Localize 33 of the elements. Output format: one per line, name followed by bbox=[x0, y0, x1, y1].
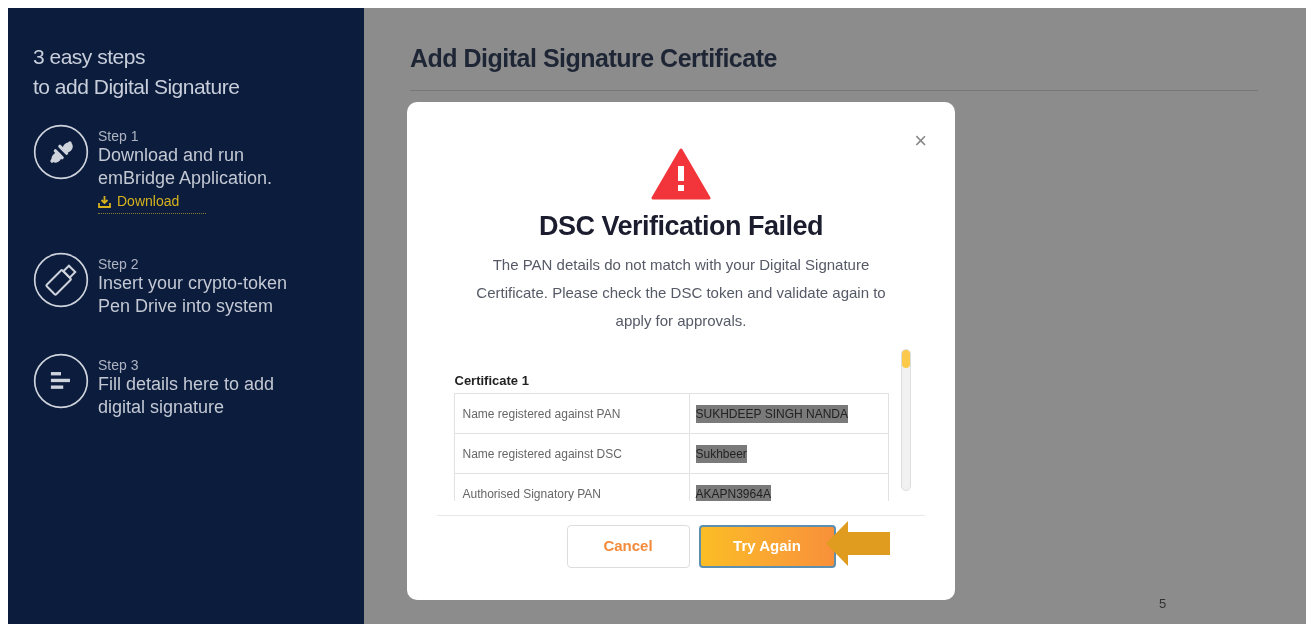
step-label: Step 1 bbox=[98, 128, 140, 144]
step-text: digital signature bbox=[98, 396, 226, 419]
dialog-title: DSC Verification Failed bbox=[538, 210, 824, 243]
table-cell-text: Authorised Signatory PAN bbox=[462, 485, 601, 501]
table-cell-text: Name registered against DSC bbox=[462, 445, 622, 463]
sidebar-heading: to add Digital Signature bbox=[33, 74, 241, 100]
page-number: 5 bbox=[1159, 595, 1167, 613]
step-label: Step 2 bbox=[98, 256, 140, 272]
step-label: Step 3 bbox=[98, 357, 140, 373]
step-text: emBridge Application. bbox=[98, 167, 273, 190]
usb-drive-icon bbox=[33, 252, 89, 308]
plug-icon bbox=[33, 124, 89, 180]
download-icon bbox=[98, 195, 111, 208]
download-link[interactable]: Download bbox=[98, 191, 206, 214]
warning-icon bbox=[651, 148, 711, 200]
table-cell: SUKHDEEP SINGH NANDA bbox=[695, 404, 848, 423]
scrollbar[interactable] bbox=[900, 348, 911, 491]
table-cell: Sukhbeer bbox=[695, 444, 747, 463]
page-title: Add Digital Signature Certificate bbox=[410, 40, 1258, 91]
step-text: Fill details here to add bbox=[98, 373, 275, 396]
step-text: Insert your crypto-token bbox=[98, 272, 288, 295]
form-lines-icon bbox=[33, 353, 89, 409]
step-text: Pen Drive into system bbox=[98, 295, 275, 318]
scrollbar-thumb[interactable] bbox=[901, 349, 910, 368]
step-text: Download and run bbox=[98, 144, 246, 167]
dialog-message: The PAN details do not match with your Digital Signature Certificate. Please check the DSC token and validate again to apply for approvals. bbox=[475, 254, 887, 331]
close-button[interactable]: × bbox=[914, 130, 927, 152]
table-cell-text: Name registered against PAN bbox=[462, 405, 621, 423]
try-again-button[interactable]: Try Again bbox=[698, 524, 836, 568]
certificate-title: Certificate 1 bbox=[454, 371, 530, 390]
sidebar-heading: 3 easy steps bbox=[33, 44, 146, 70]
cancel-button[interactable]: Cancel bbox=[566, 524, 690, 568]
pointer-arrow bbox=[826, 521, 891, 566]
